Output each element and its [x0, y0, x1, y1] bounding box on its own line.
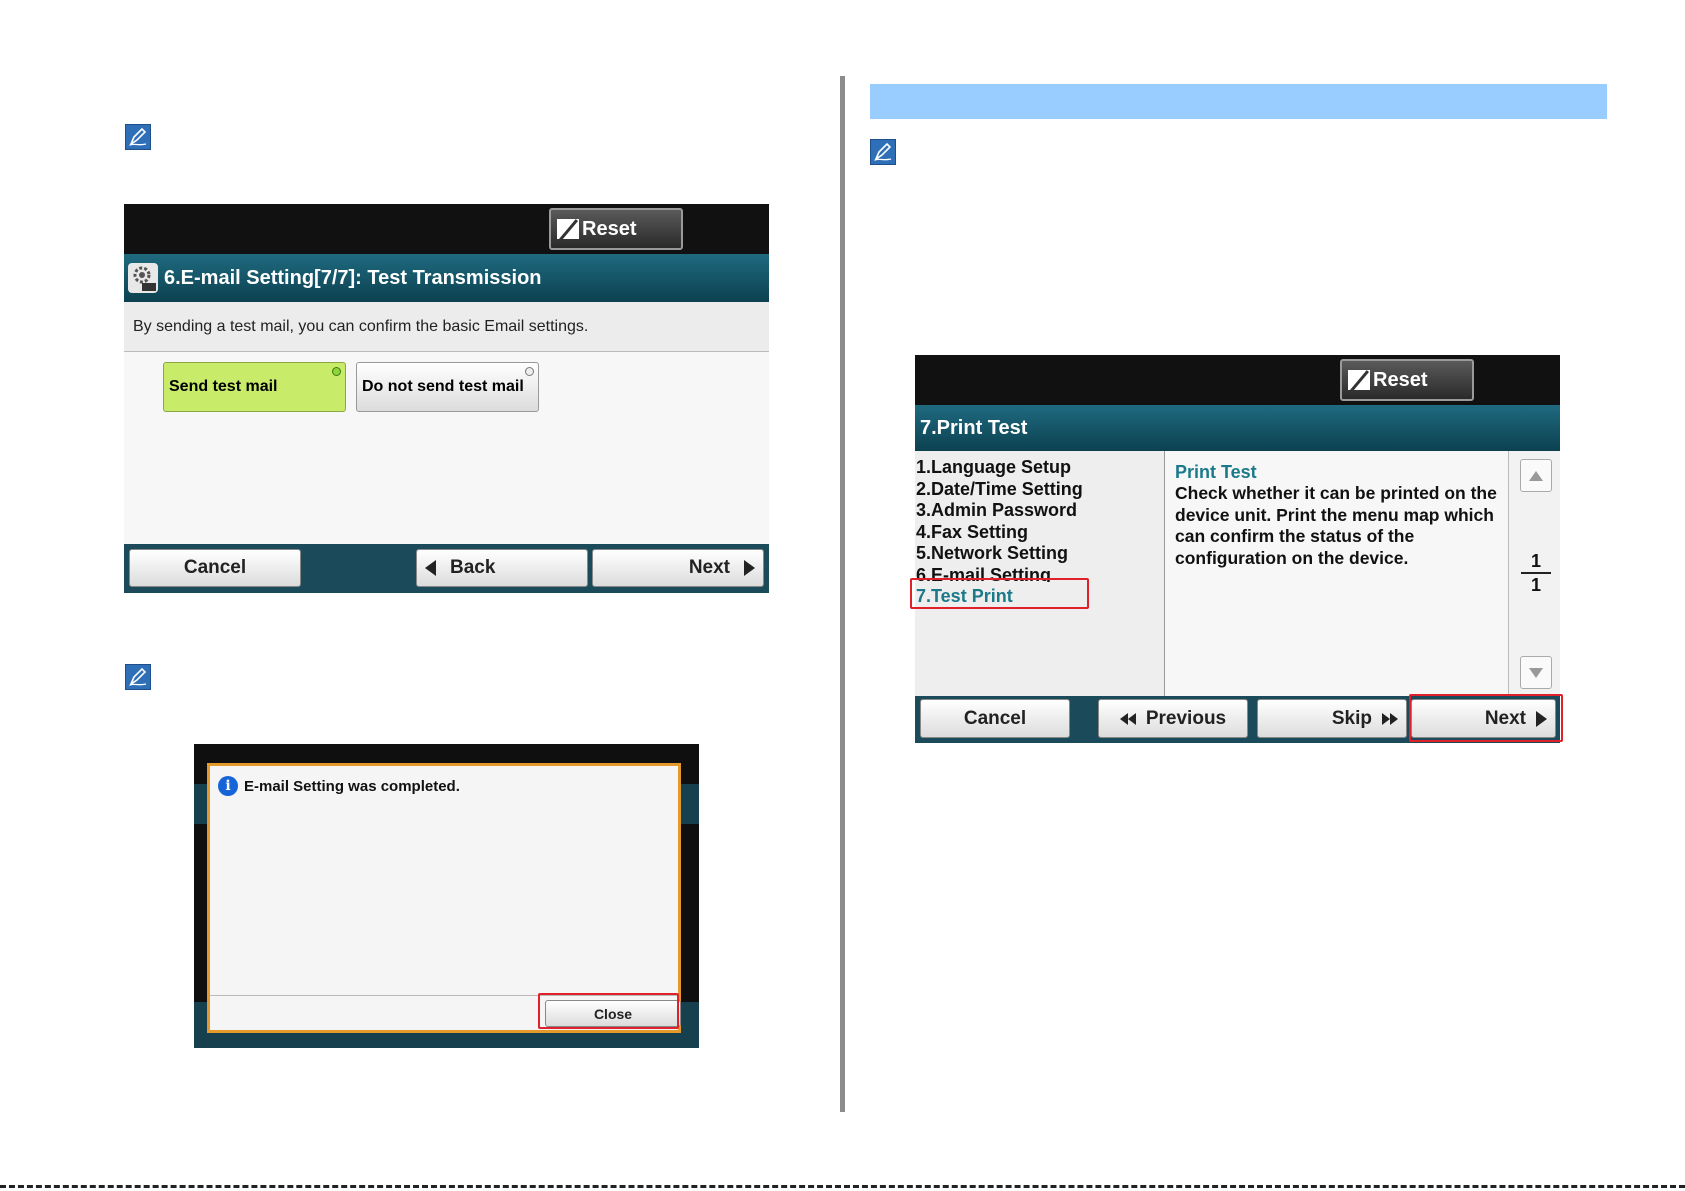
- do-not-send-test-mail-label: Do not send test mail: [362, 378, 524, 395]
- reset-button[interactable]: Reset: [549, 208, 683, 250]
- detail-pane: Print Test Check whether it can be print…: [1165, 451, 1509, 696]
- detail-title: Print Test: [1175, 462, 1257, 482]
- next-highlight-box: [1409, 694, 1563, 742]
- reset-label: Reset: [1373, 368, 1428, 391]
- reset-icon: [557, 219, 579, 239]
- cancel-button[interactable]: Cancel: [920, 699, 1070, 738]
- section-header-band: [870, 84, 1607, 119]
- down-arrow-icon: [1529, 667, 1543, 678]
- next-button[interactable]: Next: [592, 549, 764, 587]
- menu-item-admin-password[interactable]: 3.Admin Password: [915, 500, 1164, 522]
- rewind-icon: [1119, 712, 1136, 725]
- unselected-indicator-icon: [525, 367, 534, 376]
- page-bottom-rule: [0, 1185, 1685, 1191]
- menu-item-date-time-setting[interactable]: 2.Date/Time Setting: [915, 479, 1164, 501]
- menu-item-language-setup[interactable]: 1.Language Setup: [915, 457, 1164, 479]
- screen-title: 7.Print Test: [920, 416, 1028, 439]
- menu-item-network-setting[interactable]: 5.Network Setting: [915, 543, 1164, 565]
- dialog-message-row: i E-mail Setting was completed.: [218, 776, 460, 796]
- print-test-screen: Reset 7.Print Test 1.Language Setup 2.Da…: [915, 355, 1560, 743]
- back-button[interactable]: Back: [416, 549, 588, 587]
- skip-label: Skip: [1331, 707, 1372, 729]
- page-scroll-column: 1 1: [1509, 451, 1560, 696]
- note-pen-icon: [870, 139, 896, 165]
- completion-dialog-screen: i E-mail Setting was completed. Close: [194, 744, 699, 1048]
- note-pen-icon: [125, 124, 151, 150]
- email-test-screen: Reset 6.E-mail Setting[7/7]: Test Transm…: [124, 204, 769, 593]
- page-counter: 1 1: [1519, 550, 1553, 596]
- detail-text: Check whether it can be printed on the d…: [1175, 483, 1497, 569]
- cancel-label: Cancel: [183, 557, 247, 578]
- close-highlight-box: [538, 993, 679, 1029]
- skip-button[interactable]: Skip: [1257, 699, 1407, 738]
- description-text: By sending a test mail, you can confirm …: [124, 302, 769, 352]
- dialog-message: E-mail Setting was completed.: [244, 777, 460, 795]
- screen-title: 6.E-mail Setting[7/7]: Test Transmission: [164, 266, 542, 289]
- reset-button[interactable]: Reset: [1340, 359, 1474, 401]
- title-bar: 6.E-mail Setting[7/7]: Test Transmission: [124, 254, 769, 302]
- up-arrow-icon: [1529, 470, 1543, 481]
- title-bar: 7.Print Test: [915, 405, 1560, 451]
- do-not-send-test-mail-option[interactable]: Do not send test mail: [356, 362, 539, 412]
- reset-icon: [1348, 370, 1370, 390]
- cancel-button[interactable]: Cancel: [129, 549, 301, 587]
- previous-button[interactable]: Previous: [1098, 699, 1248, 738]
- note-pen-icon: [125, 664, 151, 690]
- previous-label: Previous: [1145, 707, 1227, 729]
- settings-gear-icon: [128, 263, 158, 293]
- selected-indicator-icon: [332, 367, 341, 376]
- back-arrow-icon: [425, 560, 436, 576]
- cancel-label: Cancel: [963, 707, 1027, 729]
- next-arrow-icon: [744, 560, 755, 576]
- setup-menu-list: 1.Language Setup 2.Date/Time Setting 3.A…: [915, 451, 1165, 696]
- send-test-mail-label: Send test mail: [169, 378, 278, 395]
- page-current: 1: [1530, 551, 1541, 571]
- back-label: Back: [450, 557, 496, 578]
- next-label: Next: [688, 557, 730, 578]
- page-divider: [840, 76, 845, 1112]
- send-test-mail-option[interactable]: Send test mail: [163, 362, 346, 412]
- info-icon: i: [218, 776, 238, 796]
- scroll-up-button[interactable]: [1520, 459, 1552, 492]
- fast-forward-icon: [1382, 712, 1398, 725]
- menu-item-fax-setting[interactable]: 4.Fax Setting: [915, 522, 1164, 544]
- reset-label: Reset: [582, 217, 637, 240]
- test-print-highlight-box: [910, 578, 1089, 609]
- page-total: 1: [1530, 575, 1541, 595]
- scroll-down-button[interactable]: [1520, 656, 1552, 689]
